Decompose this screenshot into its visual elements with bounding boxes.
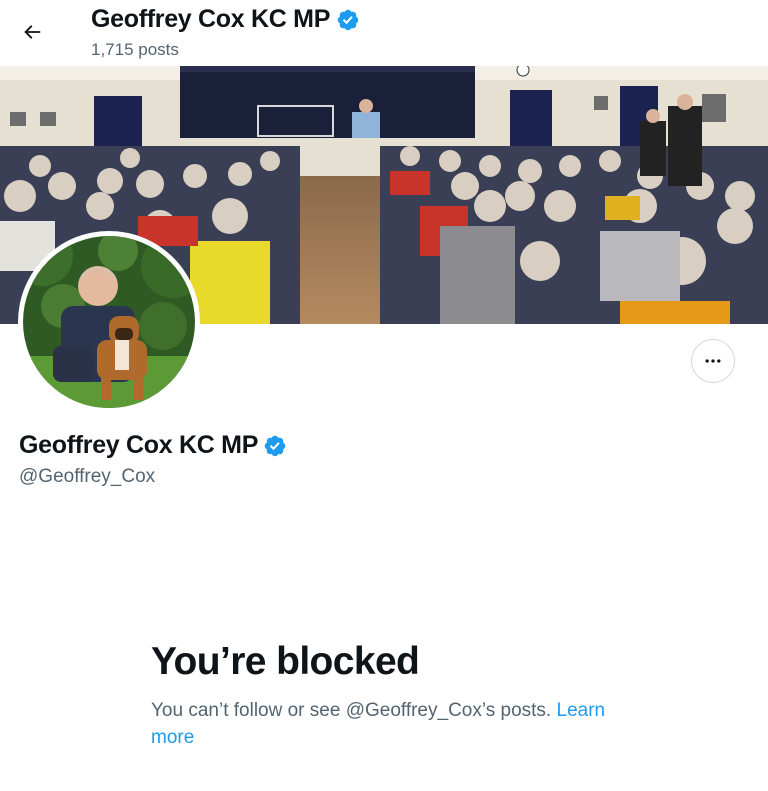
header-name: Geoffrey Cox KC MP: [91, 5, 331, 33]
more-options-button[interactable]: [691, 339, 735, 383]
more-options-icon: [705, 359, 721, 363]
post-count: 1,715 posts: [91, 40, 179, 59]
top-bar: Geoffrey Cox KC MP 1,715 posts: [0, 0, 768, 66]
profile-name-text: Geoffrey Cox KC MP: [19, 431, 259, 459]
blocked-message-text: You can’t follow or see @Geoffrey_Cox’s …: [151, 700, 552, 721]
verified-badge-icon[interactable]: [263, 434, 287, 458]
blocked-title: You’re blocked: [151, 640, 420, 683]
profile-name: Geoffrey Cox KC MP: [19, 431, 287, 460]
blocked-message: You can’t follow or see @Geoffrey_Cox’s …: [151, 697, 641, 751]
arrow-left-icon: [24, 25, 41, 39]
profile-handle: @Geoffrey_Cox: [19, 466, 156, 487]
profile-avatar[interactable]: [18, 231, 200, 413]
avatar-photo: [23, 236, 195, 408]
verified-badge-icon: [337, 9, 359, 30]
header-title: Geoffrey Cox KC MP: [91, 5, 360, 34]
back-button[interactable]: [14, 14, 50, 50]
